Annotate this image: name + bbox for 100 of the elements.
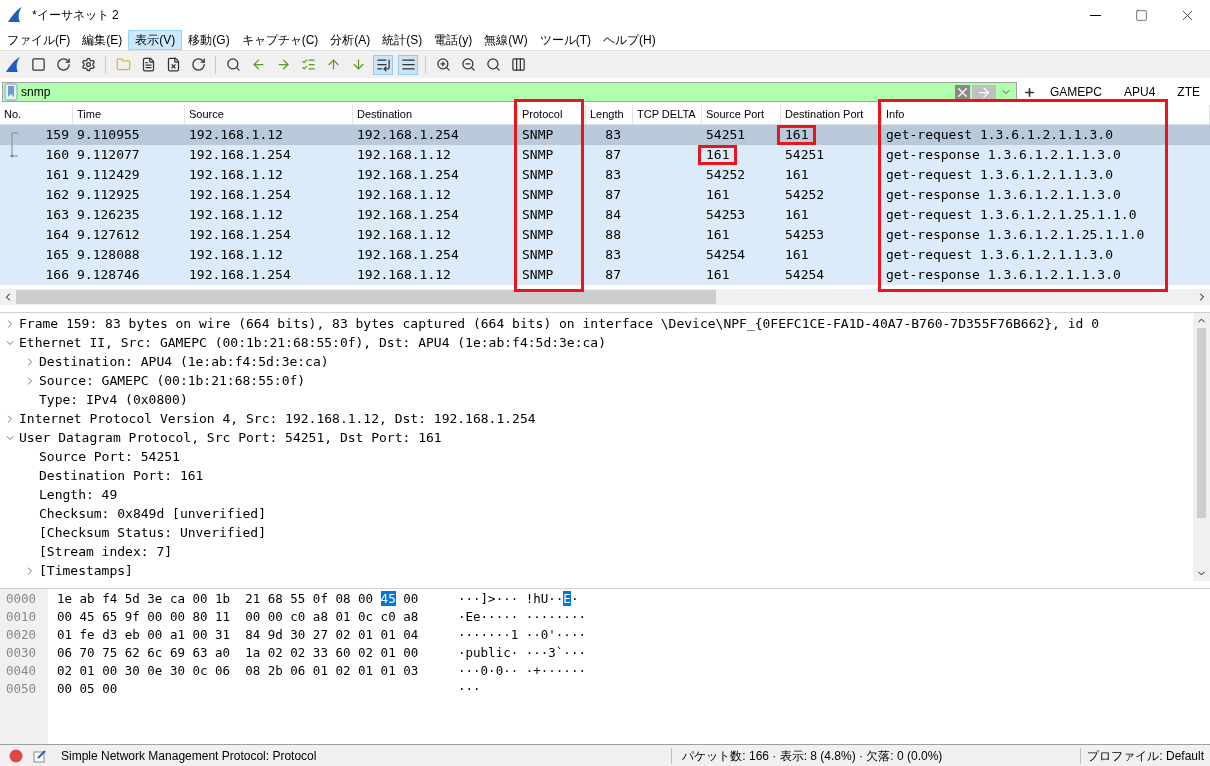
packet-row[interactable]: 159 9.110955 192.168.1.12 192.168.1.254 SNMP 83 54251 161 get-request 1.3.6.1.2.1.1.3.0	[0, 125, 1210, 145]
add-button-icon[interactable]	[1022, 85, 1036, 99]
autoscroll-icon[interactable]	[375, 57, 391, 72]
table-cell-text: 54254	[784, 266, 826, 285]
filter-button[interactable]: GAMEPC	[1041, 83, 1110, 101]
menu-item[interactable]: ツール(T)	[533, 30, 597, 50]
resize-columns-icon[interactable]	[510, 57, 526, 72]
table-cell-text: 192.168.1.12	[356, 146, 452, 165]
ascii-bytes[interactable]: ·public· ···3`···	[458, 643, 586, 663]
ascii-bytes[interactable]: ···	[458, 679, 481, 699]
table-cell-text: 83	[604, 166, 622, 185]
hex-bytes[interactable]: 1e ab f4 5d 3e ca 00 1b 21 68 55 0f 08 00 45 00	[48, 589, 458, 609]
tree-item[interactable]: Type: IPv4 (0x0800)	[39, 389, 188, 410]
tree-item[interactable]: Ethernet II, Src: GAMEPC (00:1b:21:68:55:0f), Dst: APU4 (1e:ab:f4:5d:3e:ca)	[19, 332, 606, 353]
file-icon[interactable]	[140, 57, 156, 72]
close-file-icon[interactable]	[165, 57, 181, 72]
last-packet-icon[interactable]	[350, 57, 366, 72]
colorize-icon[interactable]	[400, 57, 416, 72]
byte-offset: 0030	[6, 643, 37, 662]
column-header[interactable]: Source Port	[706, 106, 765, 123]
column-header[interactable]: Source	[189, 106, 224, 123]
packet-row[interactable]: 166 9.128746 192.168.1.254 192.168.1.12 SNMP 87 161 54254 get-response 1.3.6.1.2.1.1.3.0	[0, 265, 1210, 285]
tree-item[interactable]: Destination: APU4 (1e:ab:f4:5d:3e:ca)	[39, 351, 329, 372]
packet-row[interactable]: 161 9.112429 192.168.1.12 192.168.1.254 SNMP 83 54252 161 get-request 1.3.6.1.2.1.1.3.0	[0, 165, 1210, 185]
options-icon[interactable]	[80, 57, 96, 72]
menu-item[interactable]: ファイル(F)	[1, 30, 77, 50]
menu-item[interactable]: キャプチャ(C)	[235, 30, 325, 50]
column-header[interactable]: Length	[590, 106, 624, 123]
packet-row[interactable]: 162 9.112925 192.168.1.254 192.168.1.12 SNMP 87 161 54252 get-response 1.3.6.1.2.1.1.3.0	[0, 185, 1210, 205]
column-header[interactable]: Time	[77, 106, 102, 123]
table-cell-text: 192.168.1.254	[188, 186, 292, 205]
menu-item[interactable]: 統計(S)	[376, 30, 429, 50]
table-cell-text: SNMP	[521, 206, 555, 225]
column-header[interactable]: Destination	[357, 106, 413, 123]
tree-item[interactable]: Internet Protocol Version 4, Src: 192.168.1.12, Dst: 192.168.1.254	[19, 408, 536, 429]
tree-item[interactable]: Frame 159: 83 bytes on wire (664 bits), 83 bytes captured (664 bits) on interface \Device\NPF_{0FEFC1CE-FA1D-40A7-B760-7D355F76B662}, id 0	[19, 313, 1100, 334]
ascii-bytes[interactable]: ·······1 ··0'····	[458, 625, 586, 645]
packet-row[interactable]: 163 9.126235 192.168.1.12 192.168.1.254 SNMP 84 54253 161 get-request 1.3.6.1.2.1.25.1.1.0	[0, 205, 1210, 225]
menu-item[interactable]: 無線(W)	[478, 30, 534, 50]
column-header[interactable]: Protocol	[522, 106, 563, 123]
tree-item[interactable]: Length: 49	[39, 484, 118, 505]
hex-bytes[interactable]: 06 70 75 62 6c 69 63 a0 1a 02 02 33 60 02 01 00	[48, 643, 458, 663]
column-header[interactable]: Info	[886, 106, 905, 123]
tree-item[interactable]: User Datagram Protocol, Src Port: 54251, Dst Port: 161	[19, 427, 442, 448]
restart-icon[interactable]	[55, 57, 71, 72]
bookmark-icon[interactable]	[4, 83, 18, 101]
tree-item[interactable]: Source: GAMEPC (00:1b:21:68:55:0f)	[39, 370, 306, 391]
tree-item[interactable]: Destination Port: 161	[39, 465, 204, 486]
display-filter-field[interactable]: snmp	[21, 83, 955, 101]
table-cell-text: 192.168.1.254	[188, 146, 292, 165]
menu-item[interactable]: 分析(A)	[324, 30, 377, 50]
apply-icon[interactable]	[971, 84, 996, 100]
edit-comment-icon[interactable]	[33, 748, 47, 763]
hex-bytes[interactable]: 02 01 00 30 0e 30 0c 06 08 2b 06 01 02 01 01 03	[48, 661, 458, 681]
tree-item[interactable]: [Timestamps]	[39, 560, 133, 581]
reload-icon[interactable]	[190, 57, 206, 72]
table-cell-text: 192.168.1.254	[188, 266, 292, 285]
table-cell-text: get-request 1.3.6.1.2.1.1.3.0	[885, 246, 1114, 265]
menu-item[interactable]: 電話(y)	[428, 30, 479, 50]
normal-size-icon[interactable]	[485, 57, 501, 72]
zoom-out-icon[interactable]	[460, 57, 476, 72]
tree-item[interactable]: Source Port: 54251	[39, 446, 180, 467]
tree-item[interactable]: [Stream index: 7]	[39, 541, 173, 562]
table-cell-text: 192.168.1.12	[188, 166, 284, 185]
filter-button[interactable]: ZTE	[1169, 83, 1208, 101]
ascii-bytes[interactable]: ·Ee····· ········	[458, 607, 586, 627]
column-header[interactable]: No.	[4, 106, 22, 123]
table-cell-text: 9.128746	[76, 266, 141, 285]
scrollbar-thumb[interactable]	[1197, 328, 1206, 518]
zoom-in-icon[interactable]	[435, 57, 451, 72]
tree-item[interactable]: [Checksum Status: Unverified]	[39, 522, 266, 543]
menu-item[interactable]: 編集(E)	[76, 30, 129, 50]
stop-icon[interactable]	[30, 57, 46, 72]
display-filter-bar[interactable]: snmp	[2, 82, 1017, 102]
column-header[interactable]: Destination Port	[785, 106, 864, 123]
clear-icon[interactable]	[954, 84, 970, 100]
menu-item[interactable]: 表示(V)	[128, 30, 183, 50]
packet-row[interactable]: 165 9.128088 192.168.1.12 192.168.1.254 SNMP 83 54254 161 get-request 1.3.6.1.2.1.1.3.0	[0, 245, 1210, 265]
ascii-bytes[interactable]: ···]>··· !hU··E·	[458, 589, 579, 609]
packet-row[interactable]: 164 9.127612 192.168.1.254 192.168.1.12 SNMP 88 161 54253 get-response 1.3.6.1.2.1.25.1.1.0	[0, 225, 1210, 245]
back-icon[interactable]	[250, 57, 266, 72]
ascii-bytes[interactable]: ···0·0·· ·+······	[458, 661, 586, 681]
tree-item[interactable]: Checksum: 0x849d [unverified]	[39, 503, 266, 524]
profile-label[interactable]: プロファイル: Default	[1081, 746, 1210, 765]
go-to-packet-icon[interactable]	[300, 57, 316, 72]
filter-button[interactable]: APU4	[1115, 83, 1164, 101]
column-header[interactable]: TCP DELTA	[637, 106, 696, 123]
hex-bytes[interactable]: 00 45 65 9f 00 00 80 11 00 00 c0 a8 01 0c c0 a8	[48, 607, 458, 627]
forward-icon[interactable]	[275, 57, 291, 72]
hex-bytes[interactable]: 01 fe d3 eb 00 a1 00 31 84 9d 30 27 02 01 01 04	[48, 625, 458, 645]
menu-item[interactable]: 移動(G)	[182, 30, 236, 50]
packet-row[interactable]: 160 9.112077 192.168.1.254 192.168.1.12 SNMP 87 161 54251 get-response 1.3.6.1.2.1.1.3.0	[0, 145, 1210, 165]
first-packet-icon[interactable]	[325, 57, 341, 72]
table-cell-text: 165	[44, 246, 70, 265]
table-cell-text: 161	[784, 166, 810, 185]
hex-bytes[interactable]: 00 05 00	[48, 679, 458, 699]
table-cell-text: 87	[604, 266, 622, 285]
scrollbar-thumb[interactable]	[16, 290, 716, 304]
menu-item[interactable]: ヘルプ(H)	[597, 30, 662, 50]
search-icon[interactable]	[225, 57, 241, 72]
